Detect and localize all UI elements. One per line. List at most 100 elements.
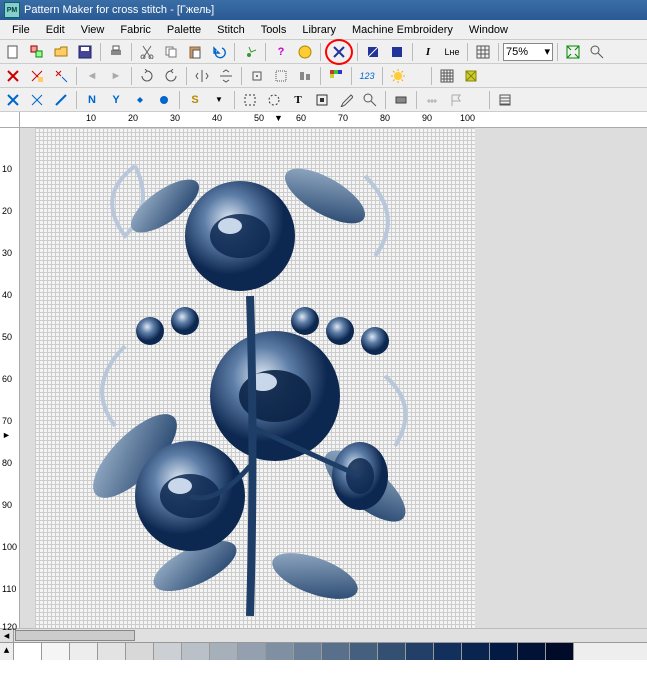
swatch-3[interactable] — [70, 643, 98, 660]
block-fill-button[interactable] — [386, 42, 408, 62]
scroll-thumb[interactable] — [15, 630, 135, 641]
numbers-button[interactable]: 123 — [356, 66, 378, 86]
cross-stitch-pattern[interactable] — [75, 146, 425, 616]
swatch-18[interactable] — [490, 643, 518, 660]
next-button[interactable]: ► — [105, 66, 127, 86]
rotate-cw-button[interactable] — [136, 66, 158, 86]
fit-button[interactable] — [562, 42, 584, 62]
flag-button[interactable] — [445, 90, 467, 110]
n-tool-button[interactable]: N — [81, 90, 103, 110]
menu-file[interactable]: File — [4, 22, 38, 38]
center-button[interactable] — [246, 66, 268, 86]
ruler-h-20: 20 — [128, 113, 138, 123]
pick-button[interactable] — [335, 90, 357, 110]
palette2-button[interactable] — [390, 90, 412, 110]
cut-button[interactable] — [136, 42, 158, 62]
swatch-13[interactable] — [350, 643, 378, 660]
help-button[interactable]: ? — [270, 42, 292, 62]
grid-options-button[interactable] — [270, 66, 292, 86]
x-full-button[interactable] — [2, 90, 24, 110]
new-button[interactable] — [2, 42, 24, 62]
back-stitch-button[interactable] — [50, 90, 72, 110]
swatch-9[interactable] — [238, 643, 266, 660]
menu-edit[interactable]: Edit — [38, 22, 73, 38]
swatch-2[interactable] — [42, 643, 70, 660]
swatch-11[interactable] — [294, 643, 322, 660]
delete-stitch-button[interactable] — [26, 66, 48, 86]
s-tool-button[interactable]: S — [184, 90, 206, 110]
canvas[interactable] — [20, 128, 647, 628]
swatch-5[interactable] — [126, 643, 154, 660]
menu-library[interactable]: Library — [294, 22, 344, 38]
swatch-17[interactable] — [462, 643, 490, 660]
print-button[interactable] — [105, 42, 127, 62]
redo-button[interactable] — [239, 42, 261, 62]
menu-palette[interactable]: Palette — [159, 22, 209, 38]
palette-button[interactable] — [325, 66, 347, 86]
menu-tools[interactable]: Tools — [253, 22, 295, 38]
swatch-15[interactable] — [406, 643, 434, 660]
grid-button[interactable] — [472, 42, 494, 62]
dot-button[interactable] — [129, 90, 151, 110]
about-button[interactable] — [294, 42, 316, 62]
x-half-button[interactable] — [26, 90, 48, 110]
cross-stitch-button[interactable] — [328, 42, 350, 62]
save-button[interactable] — [74, 42, 96, 62]
menu-stitch[interactable]: Stitch — [209, 22, 253, 38]
edit-button[interactable] — [311, 90, 333, 110]
line-style-button[interactable]: Lне — [441, 42, 463, 62]
copy-button[interactable] — [160, 42, 182, 62]
h-scrollbar[interactable]: ◂ — [0, 628, 647, 642]
y-tool-button[interactable]: Y — [105, 90, 127, 110]
title-bar: PM Pattern Maker for cross stitch - [Гже… — [0, 0, 647, 20]
ruler-corner — [0, 112, 20, 128]
ruler-v-70: 70 — [2, 416, 12, 426]
delete-x-button[interactable] — [2, 66, 24, 86]
swatch-20[interactable] — [546, 643, 574, 660]
swatch-10[interactable] — [266, 643, 294, 660]
highlight-button[interactable] — [387, 66, 409, 86]
swatch-14[interactable] — [378, 643, 406, 660]
half-stitch-button[interactable] — [362, 42, 384, 62]
grid2-button[interactable] — [436, 66, 458, 86]
swatch-4[interactable] — [98, 643, 126, 660]
copy-special-button[interactable] — [26, 42, 48, 62]
sel-rect-button[interactable] — [239, 90, 261, 110]
swatch-6[interactable] — [154, 643, 182, 660]
swatch-8[interactable] — [210, 643, 238, 660]
menu-fabric[interactable]: Fabric — [112, 22, 159, 38]
swatch-1[interactable] — [14, 643, 42, 660]
rotate-ccw-button[interactable] — [160, 66, 182, 86]
text-button[interactable]: T — [287, 90, 309, 110]
palette-up-button[interactable]: ▴ — [0, 643, 14, 660]
ruler-v-120: 120 — [2, 622, 17, 632]
italic-button[interactable]: I — [417, 42, 439, 62]
pattern-grid[interactable] — [35, 128, 475, 628]
zoom-button[interactable] — [359, 90, 381, 110]
flip-v-button[interactable] — [215, 66, 237, 86]
menu-window[interactable]: Window — [461, 22, 516, 38]
paste-button[interactable] — [184, 42, 206, 62]
zoom-tool-button[interactable] — [586, 42, 608, 62]
shade-button[interactable] — [460, 66, 482, 86]
s-dropdown-button[interactable]: ▼ — [208, 90, 230, 110]
swatch-19[interactable] — [518, 643, 546, 660]
sel-delete-button[interactable] — [50, 66, 72, 86]
ruler-h-30: 30 — [170, 113, 180, 123]
prev-button[interactable]: ◄ — [81, 66, 103, 86]
ruler-horizontal: 10 20 30 40 50 60 70 80 90 100 ▼ — [20, 112, 647, 128]
menu-machine-embroidery[interactable]: Machine Embroidery — [344, 22, 461, 38]
circle-button[interactable] — [153, 90, 175, 110]
align-button[interactable] — [294, 66, 316, 86]
ruler-button[interactable] — [421, 90, 443, 110]
flip-h-button[interactable] — [191, 66, 213, 86]
grid3-button[interactable] — [494, 90, 516, 110]
swatch-7[interactable] — [182, 643, 210, 660]
zoom-select[interactable]: 75%▾ — [503, 43, 553, 61]
sel-circle-button[interactable] — [263, 90, 285, 110]
undo-button[interactable] — [208, 42, 230, 62]
swatch-16[interactable] — [434, 643, 462, 660]
menu-view[interactable]: View — [73, 22, 113, 38]
open-button[interactable] — [50, 42, 72, 62]
swatch-12[interactable] — [322, 643, 350, 660]
